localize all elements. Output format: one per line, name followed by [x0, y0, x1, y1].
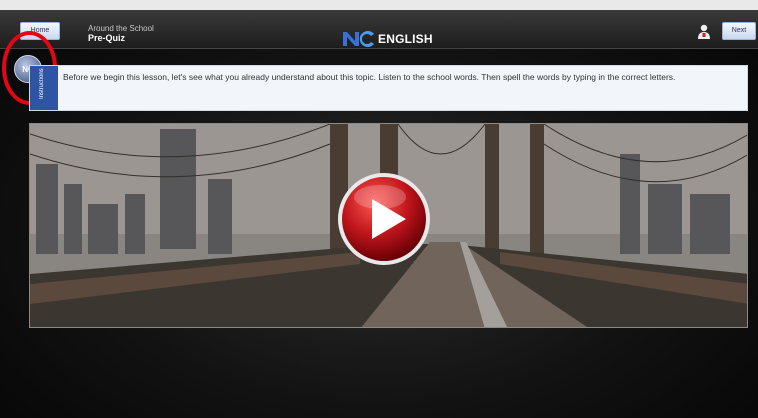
play-button[interactable] [336, 171, 432, 267]
lesson-title: Around the School [88, 24, 154, 33]
instructions-text: Before we begin this lesson, let's see w… [63, 72, 676, 82]
top-bar: Home Around the School Pre-Quiz ENGLISH … [0, 10, 758, 49]
logo-text: ENGLISH [378, 32, 433, 46]
activity-title: Pre-Quiz [88, 33, 126, 43]
user-icon[interactable] [697, 24, 711, 40]
nc-english-logo: ENGLISH [341, 28, 433, 50]
nc-logo-mark [341, 30, 375, 48]
play-icon [338, 173, 430, 265]
breadcrumb: Around the School Pre-Quiz [88, 24, 154, 43]
next-button[interactable]: Next [722, 22, 756, 40]
instructions-tab-label: Instructions [39, 68, 45, 99]
browser-top-strip [0, 0, 758, 10]
instructions-panel: Instructions Before we begin this lesson… [29, 65, 748, 111]
